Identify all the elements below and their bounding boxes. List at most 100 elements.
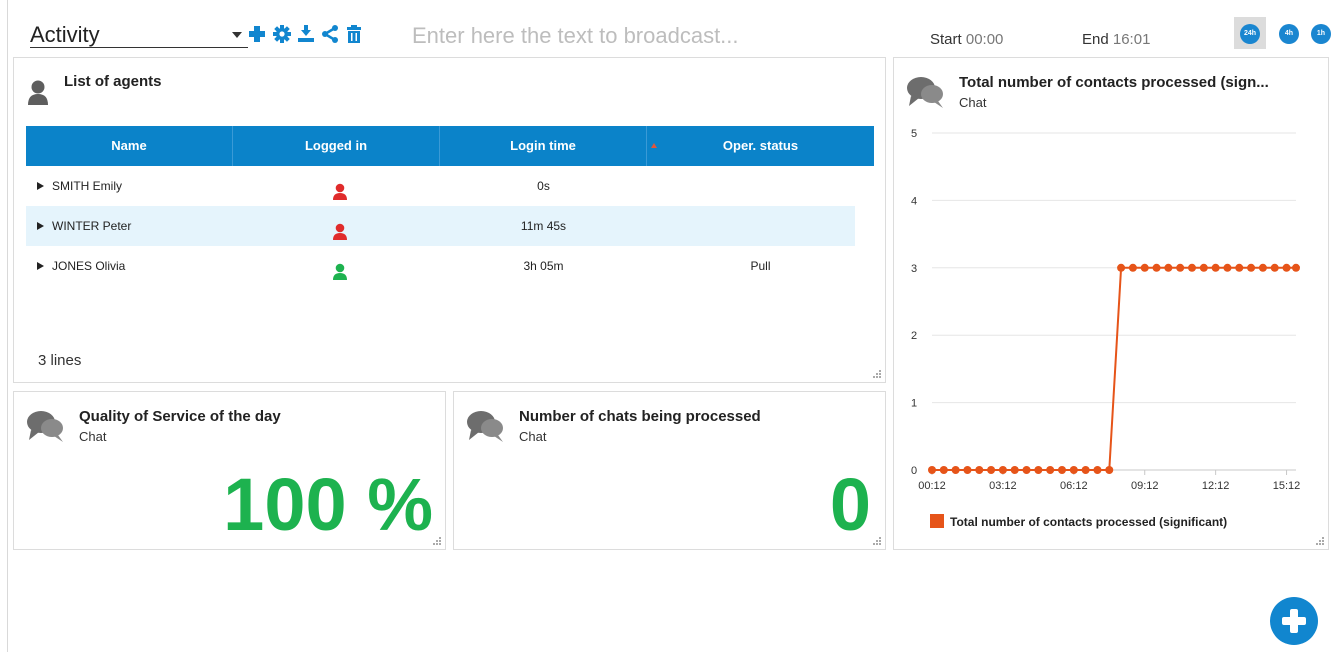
chat-icon <box>466 408 506 444</box>
y-tick-label: 1 <box>911 398 917 410</box>
trash-icon[interactable] <box>344 24 364 44</box>
col-oper-status-label: Oper. status <box>722 138 799 153</box>
login-time: 0s <box>537 179 550 193</box>
period-1h-button[interactable]: 1h <box>1311 24 1331 44</box>
data-point <box>928 466 936 474</box>
panel-title: Total number of contacts processed (sign… <box>959 74 1269 91</box>
add-widget-button[interactable] <box>1270 597 1318 645</box>
y-tick-label: 5 <box>911 128 917 140</box>
period-4h-button[interactable]: 4h <box>1279 24 1299 44</box>
broadcast-input[interactable] <box>412 22 882 50</box>
user-icon <box>26 78 50 106</box>
oper-status <box>647 206 854 246</box>
col-logged-in[interactable]: Logged in <box>233 126 440 166</box>
start-label: Start <box>930 31 962 48</box>
x-tick-label: 00:12 <box>918 480 946 492</box>
data-point <box>1046 466 1055 474</box>
resize-handle-icon[interactable] <box>873 370 882 379</box>
expand-arrow-icon[interactable] <box>37 222 44 230</box>
dashboard-name: Activity <box>30 22 100 47</box>
chevron-down-icon <box>232 32 242 38</box>
chats-value: 0 <box>829 463 871 546</box>
x-tick-label: 09:12 <box>1131 480 1159 492</box>
data-point <box>1128 263 1137 272</box>
agent-online-icon <box>332 257 348 280</box>
legend-swatch <box>930 514 944 528</box>
data-point <box>1164 263 1173 272</box>
end-value: 16:01 <box>1112 31 1151 48</box>
agent-offline-icon <box>332 217 348 240</box>
agent-name: WINTER Peter <box>52 219 132 233</box>
period-24h-button[interactable]: 24h <box>1240 24 1260 44</box>
sort-asc-icon <box>651 143 657 148</box>
share-icon[interactable] <box>320 24 340 44</box>
data-point <box>1034 466 1043 474</box>
expand-arrow-icon[interactable] <box>37 262 44 270</box>
plus-icon[interactable] <box>247 24 267 44</box>
col-oper-status[interactable]: Oper. status <box>647 126 874 166</box>
data-point <box>1058 466 1066 474</box>
data-point <box>1282 263 1291 272</box>
data-point <box>1093 466 1102 474</box>
data-point <box>1010 466 1019 474</box>
data-point <box>1199 263 1208 272</box>
legend-label: Total number of contacts processed (sign… <box>950 515 1227 529</box>
data-point <box>1247 263 1256 272</box>
table-row[interactable]: WINTER Peter 11m 45s <box>26 206 855 246</box>
end-time[interactable]: End 16:01 <box>1082 31 1150 48</box>
data-point <box>1081 466 1090 474</box>
oper-status <box>647 166 874 206</box>
start-value: 00:00 <box>965 31 1004 48</box>
gear-icon[interactable] <box>272 24 292 44</box>
series-line <box>932 266 1296 471</box>
logged-in-cell <box>233 246 440 286</box>
row-count: 3 lines <box>38 352 82 369</box>
table-row[interactable]: SMITH Emily 0s <box>26 166 855 206</box>
data-point <box>1069 466 1078 474</box>
agent-offline-icon <box>332 177 348 200</box>
login-time: 11m 45s <box>520 219 567 233</box>
data-point <box>998 466 1007 474</box>
y-tick-label: 2 <box>911 330 917 342</box>
data-point <box>1292 263 1300 272</box>
page-border <box>7 0 8 652</box>
x-tick-label: 03:12 <box>989 480 1017 492</box>
qos-value: 100 % <box>223 463 433 546</box>
data-point <box>939 466 948 474</box>
data-point <box>1270 263 1279 272</box>
panel-title: Number of chats being processed <box>519 408 761 425</box>
resize-handle-icon[interactable] <box>873 537 882 546</box>
oper-status: Pull <box>750 259 771 273</box>
toolbar: Activity Start 00:00 End 16:01 <box>8 14 1331 54</box>
start-time[interactable]: Start 00:00 <box>930 31 1003 48</box>
agent-name: JONES Olivia <box>52 259 126 273</box>
resize-handle-icon[interactable] <box>433 537 442 546</box>
data-point <box>1117 263 1126 272</box>
data-point <box>1152 263 1161 272</box>
data-point <box>1176 263 1185 272</box>
login-time: 3h 05m <box>523 259 564 273</box>
data-point <box>975 466 984 474</box>
data-point <box>1140 263 1149 272</box>
panel-subtitle: Chat <box>519 429 547 444</box>
chat-icon <box>906 74 946 110</box>
expand-arrow-icon[interactable] <box>37 182 44 190</box>
resize-handle-icon[interactable] <box>1316 537 1325 546</box>
y-tick-label: 4 <box>911 195 917 207</box>
data-point <box>1223 263 1232 272</box>
download-icon[interactable] <box>296 24 316 44</box>
panel-title: Quality of Service of the day <box>79 408 281 425</box>
col-login-time[interactable]: Login time <box>440 126 647 166</box>
data-point <box>951 466 960 474</box>
data-point <box>1258 263 1267 272</box>
dashboard-select[interactable]: Activity <box>30 22 248 48</box>
data-point <box>1211 263 1220 272</box>
line-chart: 0 1 2 3 4 5 00:12 03:12 06:12 09:12 12:12 15:12 Tota… <box>911 128 1300 529</box>
data-point <box>1188 263 1196 272</box>
y-tick-label: 0 <box>911 465 917 477</box>
table-row[interactable]: JONES Olivia 3h 05m Pull <box>26 246 855 286</box>
chats-panel: Number of chats being processed Chat 0 <box>453 391 886 550</box>
panel-title: List of agents <box>64 73 162 90</box>
y-tick-label: 3 <box>911 263 917 275</box>
col-name[interactable]: Name <box>26 126 233 166</box>
